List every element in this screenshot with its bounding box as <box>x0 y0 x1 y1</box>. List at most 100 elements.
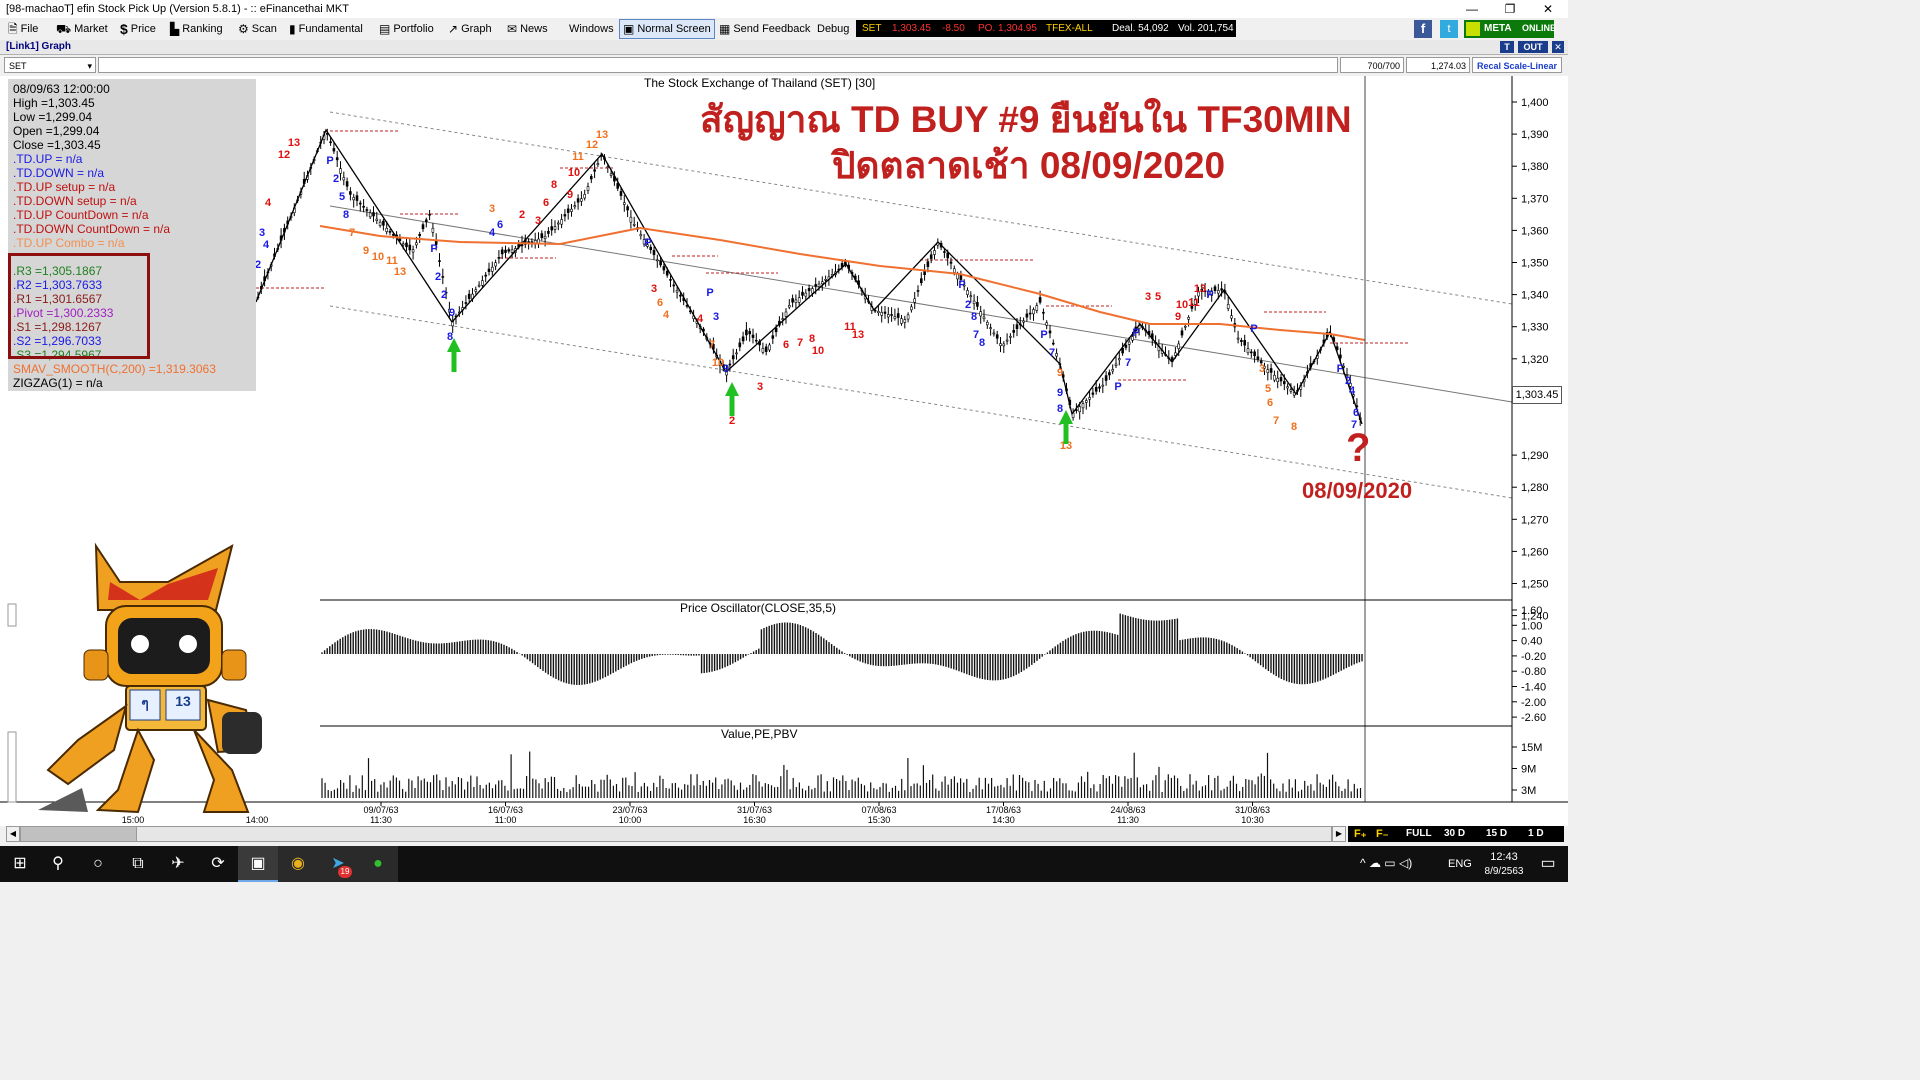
candle-body <box>550 226 554 231</box>
range-1d[interactable]: 1 D <box>1528 828 1544 839</box>
out-button[interactable]: OUT <box>1518 41 1548 53</box>
restore-icon[interactable]: ❐ <box>1490 0 1530 18</box>
tray-icons[interactable]: ^ ☁ ▭ ◁) <box>1360 856 1412 870</box>
menu-fundamental[interactable]: ▮ Fundamental <box>289 21 363 37</box>
clock-date[interactable]: 8/9/2563 <box>1478 866 1530 877</box>
candle-body <box>1038 297 1042 303</box>
candle-body <box>583 194 587 199</box>
scroll-track[interactable] <box>136 826 1332 842</box>
app2-icon[interactable]: ⟳ <box>198 846 238 882</box>
candle-body <box>1028 312 1032 315</box>
menu-news[interactable]: ✉ News <box>507 21 548 37</box>
candle-body <box>1230 315 1233 319</box>
candle-body <box>992 332 996 335</box>
td-label: 6 <box>657 297 663 309</box>
candle-body <box>1180 330 1184 336</box>
x-date-label: 24/08/63 <box>1110 805 1145 815</box>
menu-portfolio[interactable]: ▤ Portfolio <box>379 21 434 37</box>
range-30d[interactable]: 30 D <box>1444 828 1465 839</box>
telegram-icon[interactable]: ➤ <box>318 846 358 882</box>
app-icon[interactable]: ✈ <box>158 846 198 882</box>
td-label: 11 <box>572 151 584 163</box>
efin-app-icon[interactable]: ▣ <box>238 846 278 882</box>
candle-body <box>1246 348 1250 354</box>
td-label: 8 <box>1057 403 1063 415</box>
osc-tick-label: -2.60 <box>1521 712 1546 724</box>
menu-debug[interactable]: Debug <box>817 21 849 37</box>
panel-handle <box>7 603 17 627</box>
windows-start-icon[interactable]: ⊞ <box>0 846 40 882</box>
close-icon[interactable]: ✕ <box>1528 0 1568 18</box>
candle-body <box>916 290 920 292</box>
language-indicator[interactable]: ENG <box>1448 858 1472 870</box>
td-label: 10 <box>568 167 580 179</box>
candle-body <box>979 311 983 317</box>
menu-windows[interactable]: Windows <box>569 21 614 37</box>
candle-body <box>1184 325 1187 328</box>
td-label: 9 <box>1057 367 1063 379</box>
range-full[interactable]: FULL <box>1406 828 1432 839</box>
y-tick-label: 1,380 <box>1521 161 1549 173</box>
twitter-icon[interactable]: t <box>1440 20 1458 38</box>
menu-normal-screen[interactable]: ▣ Normal Screen <box>619 19 715 39</box>
menu-label: Market <box>74 23 108 35</box>
recal-scale-button[interactable]: Recal Scale-Linear <box>1472 57 1562 73</box>
market-ticker[interactable]: SET 1,303.45 -8.50 PO. 1,304.95 TFEX-ALL… <box>856 20 1236 37</box>
cortana-icon[interactable]: ○ <box>78 846 118 882</box>
menu-price[interactable]: $ Price <box>120 21 156 37</box>
candle-body <box>949 261 953 264</box>
range-15d[interactable]: 15 D <box>1486 828 1507 839</box>
question-mark: ? <box>1346 426 1371 470</box>
menu-market[interactable]: ⛟ Market <box>56 21 108 37</box>
menu-graph[interactable]: ↗ Graph <box>448 21 492 37</box>
clock-time[interactable]: 12:43 <box>1484 851 1524 863</box>
menu-ranking[interactable]: ▙ Ranking <box>170 21 223 37</box>
t-button[interactable]: T <box>1500 41 1514 53</box>
info-td-up-countdown: .TD.UP CountDown = n/a <box>13 208 149 222</box>
menu-file[interactable]: 🗎 File <box>8 21 38 37</box>
zoom-in-icon[interactable]: F₊ <box>1354 827 1367 840</box>
candle-body <box>999 343 1002 346</box>
bar-count: 700/700 <box>1340 57 1404 73</box>
menu-label: Debug <box>817 23 850 35</box>
symbol-select[interactable]: SET ▾ <box>4 57 96 73</box>
candle-body <box>507 249 511 252</box>
minimize-icon[interactable]: — <box>1452 0 1492 18</box>
facebook-icon[interactable]: f <box>1414 20 1432 38</box>
command-input[interactable] <box>98 57 1338 73</box>
notification-icon[interactable]: ▭ <box>1528 846 1568 882</box>
candle-body <box>1045 322 1048 326</box>
chart-title: The Stock Exchange of Thailand (SET) [30… <box>644 76 876 90</box>
oscillator-bars <box>321 613 1363 685</box>
menu-bar: 🗎 File ⛟ Market $ Price ▙ Ranking ⚙ Scan ▮ Fun… <box>0 18 1568 41</box>
chrome-icon[interactable]: ◉ <box>278 846 318 882</box>
candle-body <box>659 260 662 266</box>
candle-body <box>896 313 900 318</box>
candle-body <box>731 355 735 360</box>
osc-tick-label: -2.00 <box>1521 697 1546 709</box>
task-view-icon[interactable]: ⧉ <box>118 846 158 882</box>
td-label: 4 <box>489 227 496 239</box>
close-graph-icon[interactable]: ✕ <box>1552 41 1564 53</box>
search-icon[interactable]: ⚲ <box>38 846 78 882</box>
scroll-right-icon[interactable]: ▶ <box>1332 826 1346 842</box>
candle-body <box>622 202 626 205</box>
osc-tick-label: -0.20 <box>1521 651 1546 663</box>
menu-scan[interactable]: ⚙ Scan <box>238 21 277 37</box>
td-label: 7 <box>349 227 355 239</box>
candle-body <box>774 327 778 333</box>
scroll-left-icon[interactable]: ◀ <box>6 826 20 842</box>
zoom-out-icon[interactable]: F₋ <box>1376 827 1389 840</box>
td-label: 8 <box>551 179 557 191</box>
news-icon: ✉ <box>507 22 518 36</box>
td-label: 2 <box>519 209 525 221</box>
td-label: 3 <box>259 227 265 239</box>
menu-send-feedback[interactable]: ▦ Send Feedback <box>719 21 810 37</box>
candle-body <box>784 311 788 317</box>
x-date-label: 07/08/63 <box>861 805 896 815</box>
line-app-icon[interactable]: ● <box>358 846 398 882</box>
candle-body <box>481 280 484 286</box>
candle-body <box>1253 351 1256 357</box>
scroll-thumb[interactable] <box>20 826 138 842</box>
candle-body <box>1032 309 1035 315</box>
